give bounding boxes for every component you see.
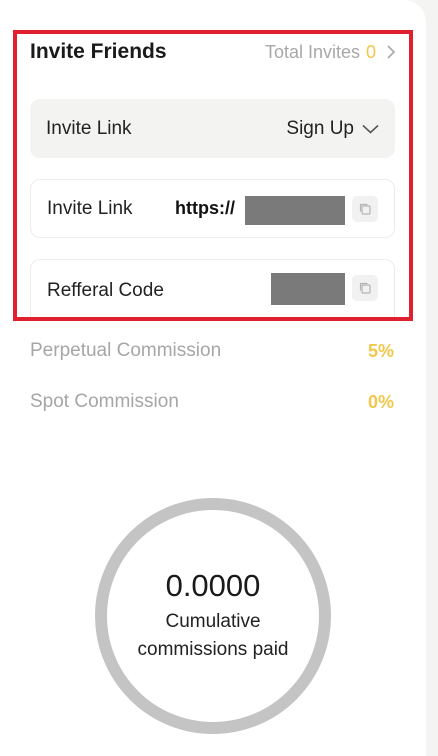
commission-value: 0% [367,391,394,412]
cumulative-value: 0.0000 [165,568,261,603]
commission-row-perpetual: Perpetual Commission 5% [30,340,394,362]
ring-content: 0.0000 Cumulative commissions paid [94,497,332,735]
commission-value: 5% [367,340,394,361]
invite-card: Invite Friends Total Invites 0 Invite Li… [0,0,426,756]
commission-row-spot: Spot Commission 0% [30,391,394,413]
highlight-box [13,30,413,321]
commission-label: Perpetual Commission [30,340,222,361]
cumulative-caption: Cumulative commissions paid [137,611,289,660]
commission-ring: 0.0000 Cumulative commissions paid [94,497,332,735]
commission-label: Spot Commission [30,391,179,412]
